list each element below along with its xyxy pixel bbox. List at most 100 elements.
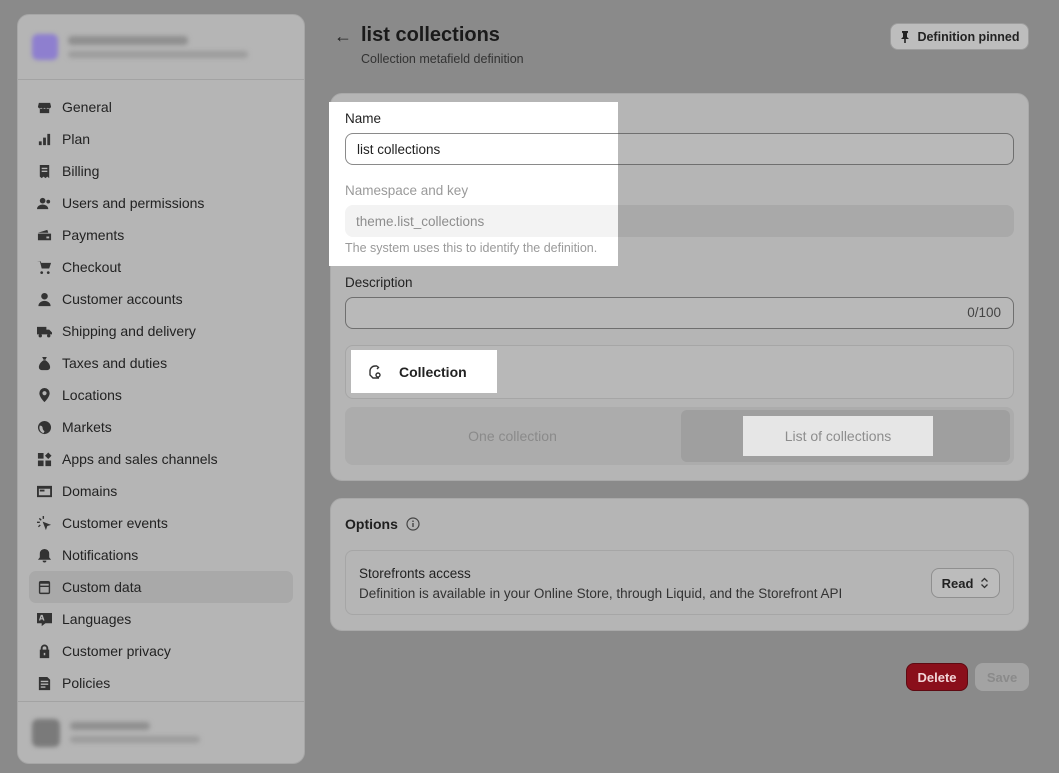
description-label: Description <box>345 275 413 290</box>
sidebar-item-users[interactable]: Users and permissions <box>29 187 293 219</box>
pin-icon <box>901 30 910 43</box>
language-icon <box>36 611 52 627</box>
sidebar-item-payments[interactable]: Payments <box>29 219 293 251</box>
list-of-collections-option[interactable]: List of collections <box>743 416 933 456</box>
users-icon <box>36 195 52 211</box>
options-card: Options Storefronts access Definition is… <box>330 498 1029 631</box>
one-collection-label: One collection <box>468 428 557 444</box>
one-collection-option[interactable]: One collection <box>345 407 680 465</box>
sidebar-item-label: Locations <box>62 387 122 403</box>
sidebar-item-general[interactable]: General <box>29 91 293 123</box>
storefront-access-row: Storefronts access Definition is availab… <box>345 550 1014 615</box>
delete-button[interactable]: Delete <box>906 663 968 691</box>
sidebar-item-plan[interactable]: Plan <box>29 123 293 155</box>
name-input[interactable]: list collections <box>345 133 618 165</box>
sidebar-item-label: Plan <box>62 131 91 147</box>
sidebar-item-label: Payments <box>62 227 125 243</box>
storefront-access-value: Read <box>941 575 974 591</box>
options-heading: Options <box>345 516 420 532</box>
namespace-help-text: The system uses this to identify the def… <box>345 241 598 255</box>
description-counter: 0/100 <box>967 305 1001 320</box>
sidebar-item-checkout[interactable]: Checkout <box>29 251 293 283</box>
sidebar-item-label: Customer accounts <box>62 291 183 307</box>
sidebar-item-locations[interactable]: Locations <box>29 379 293 411</box>
sidebar-item-domains[interactable]: Domains <box>29 475 293 507</box>
storefront-access-select[interactable]: Read <box>931 568 1000 598</box>
billing-icon <box>36 163 52 179</box>
user-info-redacted <box>70 722 200 743</box>
cardinality-segmented-control: One collection List of collections <box>345 407 1014 465</box>
sidebar-item-label: Customer events <box>62 515 168 531</box>
lock-icon <box>36 643 52 659</box>
sidebar-item-label: Languages <box>62 611 132 627</box>
sidebar-item-markets[interactable]: Markets <box>29 411 293 443</box>
money-bag-icon <box>36 355 52 371</box>
sidebar-item-label: Custom data <box>62 579 142 595</box>
store-switcher[interactable] <box>18 15 304 80</box>
name-input-value: list collections <box>357 141 441 157</box>
sidebar-item-customer-events[interactable]: Customer events <box>29 507 293 539</box>
store-avatar <box>32 34 58 60</box>
truck-icon <box>36 323 52 339</box>
avatar <box>32 718 60 747</box>
user-account[interactable] <box>18 701 304 763</box>
list-of-collections-label: List of collections <box>784 428 892 444</box>
location-pin-icon <box>36 387 52 403</box>
namespace-key-input: theme.list_collections <box>345 205 618 237</box>
type-selector[interactable]: Collection <box>345 345 1014 399</box>
sidebar-item-customer-privacy[interactable]: Customer privacy <box>29 635 293 667</box>
sidebar-item-taxes[interactable]: Taxes and duties <box>29 347 293 379</box>
sidebar-item-notifications[interactable]: Notifications <box>29 539 293 571</box>
sidebar-item-label: Apps and sales channels <box>62 451 218 467</box>
domains-icon <box>36 483 52 499</box>
sidebar-item-customer-accounts[interactable]: Customer accounts <box>29 283 293 315</box>
sidebar-item-label: Shipping and delivery <box>62 323 196 339</box>
sidebar-item-shipping[interactable]: Shipping and delivery <box>29 315 293 347</box>
sidebar-item-label: Billing <box>62 163 100 179</box>
pin-button-label: Definition pinned <box>917 29 1020 44</box>
sidebar-item-apps[interactable]: Apps and sales channels <box>29 443 293 475</box>
sidebar-item-label: Policies <box>62 675 111 691</box>
sidebar-item-custom-data[interactable]: Custom data <box>29 571 293 603</box>
database-icon <box>36 579 52 595</box>
sidebar-item-languages[interactable]: Languages <box>29 603 293 635</box>
namespace-label: Namespace and key <box>345 183 469 198</box>
page-title: list collections <box>361 24 500 46</box>
plan-icon <box>36 131 52 147</box>
namespace-input-value: theme.list_collections <box>356 213 485 229</box>
sidebar-item-label: Checkout <box>62 259 122 275</box>
cart-icon <box>36 259 52 275</box>
sidebar-item-billing[interactable]: Billing <box>29 155 293 187</box>
definition-pinned-button[interactable]: Definition pinned <box>890 23 1029 50</box>
type-chip-collection[interactable]: Collection <box>351 350 497 393</box>
globe-icon <box>36 419 52 435</box>
sidebar-item-label: Markets <box>62 419 112 435</box>
sidebar-item-label: Domains <box>62 483 118 499</box>
sidebar-item-label: Notifications <box>62 547 139 563</box>
sidebar-item-label: General <box>62 99 112 115</box>
store-info-redacted <box>68 36 248 58</box>
type-chip-label: Collection <box>399 363 467 380</box>
options-title: Options <box>345 516 398 532</box>
settings-sidebar: General Plan Billing Users and permissio… <box>17 14 305 764</box>
chevron-up-down-icon <box>981 577 989 589</box>
collection-icon <box>369 364 381 379</box>
name-namespace-section: Name list collections Namespace and key … <box>329 102 618 266</box>
cursor-click-icon <box>36 515 52 531</box>
save-button[interactable]: Save <box>975 663 1029 691</box>
apps-icon <box>36 451 52 467</box>
description-input[interactable]: 0/100 <box>345 297 1014 329</box>
person-icon <box>36 291 52 307</box>
arrow-left-icon: ← <box>334 25 352 46</box>
store-icon <box>36 99 52 115</box>
sidebar-item-label: Customer privacy <box>62 643 171 659</box>
settings-nav: General Plan Billing Users and permissio… <box>18 80 304 699</box>
payments-icon <box>36 227 52 243</box>
name-label: Name <box>345 111 382 126</box>
policy-icon <box>36 675 52 691</box>
sidebar-item-policies[interactable]: Policies <box>29 667 293 699</box>
sidebar-item-label: Users and permissions <box>62 195 205 211</box>
back-button[interactable]: ← <box>333 25 353 46</box>
info-icon[interactable] <box>406 517 420 531</box>
sidebar-item-label: Taxes and duties <box>62 355 168 371</box>
